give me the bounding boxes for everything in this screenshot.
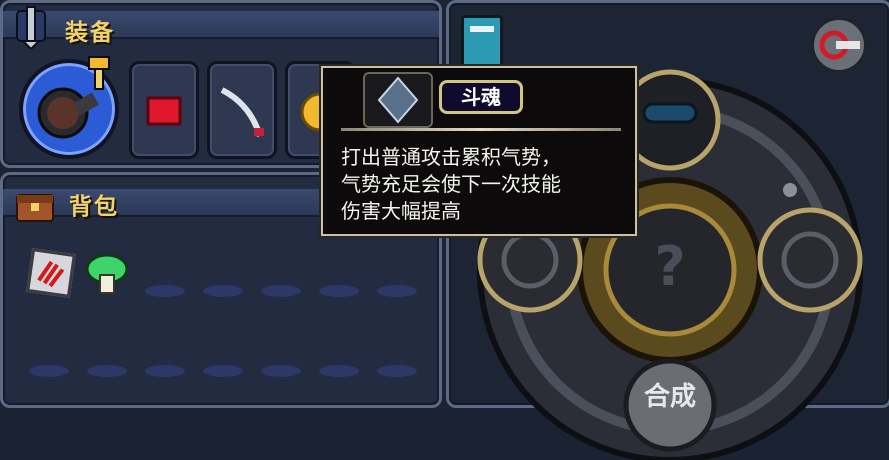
item-name-badge: 斗魂: [439, 80, 523, 114]
description-line: 打出普通攻击累积气势，: [341, 145, 561, 169]
tooltip-divider: [341, 128, 621, 131]
empty-slot[interactable]: [261, 365, 301, 377]
bolt: [783, 183, 797, 197]
item-tooltip: 斗魂 打出普通攻击累积气势， 气势充足会使下一次技能 伤害大幅提高: [321, 66, 637, 236]
empty-slot[interactable]: [261, 285, 301, 297]
helmet-icon: [13, 5, 49, 53]
empty-slot[interactable]: [29, 365, 69, 377]
slot-center-result[interactable]: ?: [654, 235, 685, 298]
craft-button-label: 合成: [644, 381, 696, 412]
empty-slot[interactable]: [377, 285, 417, 297]
empty-slot[interactable]: [319, 365, 359, 377]
empty-slot[interactable]: [203, 285, 243, 297]
book-icon: [470, 26, 494, 32]
empty-slot[interactable]: [145, 285, 185, 297]
scimitar-icon: [220, 87, 264, 137]
backpack-item-1[interactable]: [26, 248, 76, 298]
red-crystal-icon: [146, 96, 182, 126]
item-description: 打出普通攻击累积气势， 气势充足会使下一次技能 伤害大幅提高: [341, 144, 631, 225]
empty-slot[interactable]: [319, 285, 359, 297]
equipment-slot-1[interactable]: [129, 61, 199, 159]
empty-slot[interactable]: [87, 365, 127, 377]
slot-right[interactable]: [757, 207, 863, 313]
equipment-slot-2[interactable]: [207, 61, 277, 159]
item-preview-frame: [363, 72, 433, 128]
svg-text:?: ?: [654, 235, 685, 298]
empty-slot[interactable]: [145, 365, 185, 377]
claw-card-icon: [37, 260, 65, 288]
empty-slot[interactable]: [377, 365, 417, 377]
mushroom-icon: [85, 253, 129, 294]
equipment-title: 装备: [65, 20, 115, 46]
crystal-shard-icon: [377, 76, 419, 124]
description-line: 气势充足会使下一次技能: [341, 172, 561, 196]
chest-icon: [15, 189, 55, 227]
backpack-title: 背包: [69, 194, 119, 220]
empty-slot[interactable]: [203, 365, 243, 377]
backpack-item-2[interactable]: [85, 249, 129, 301]
description-line: 伤害大幅提高: [341, 199, 461, 223]
hammer-icon: [85, 53, 119, 95]
